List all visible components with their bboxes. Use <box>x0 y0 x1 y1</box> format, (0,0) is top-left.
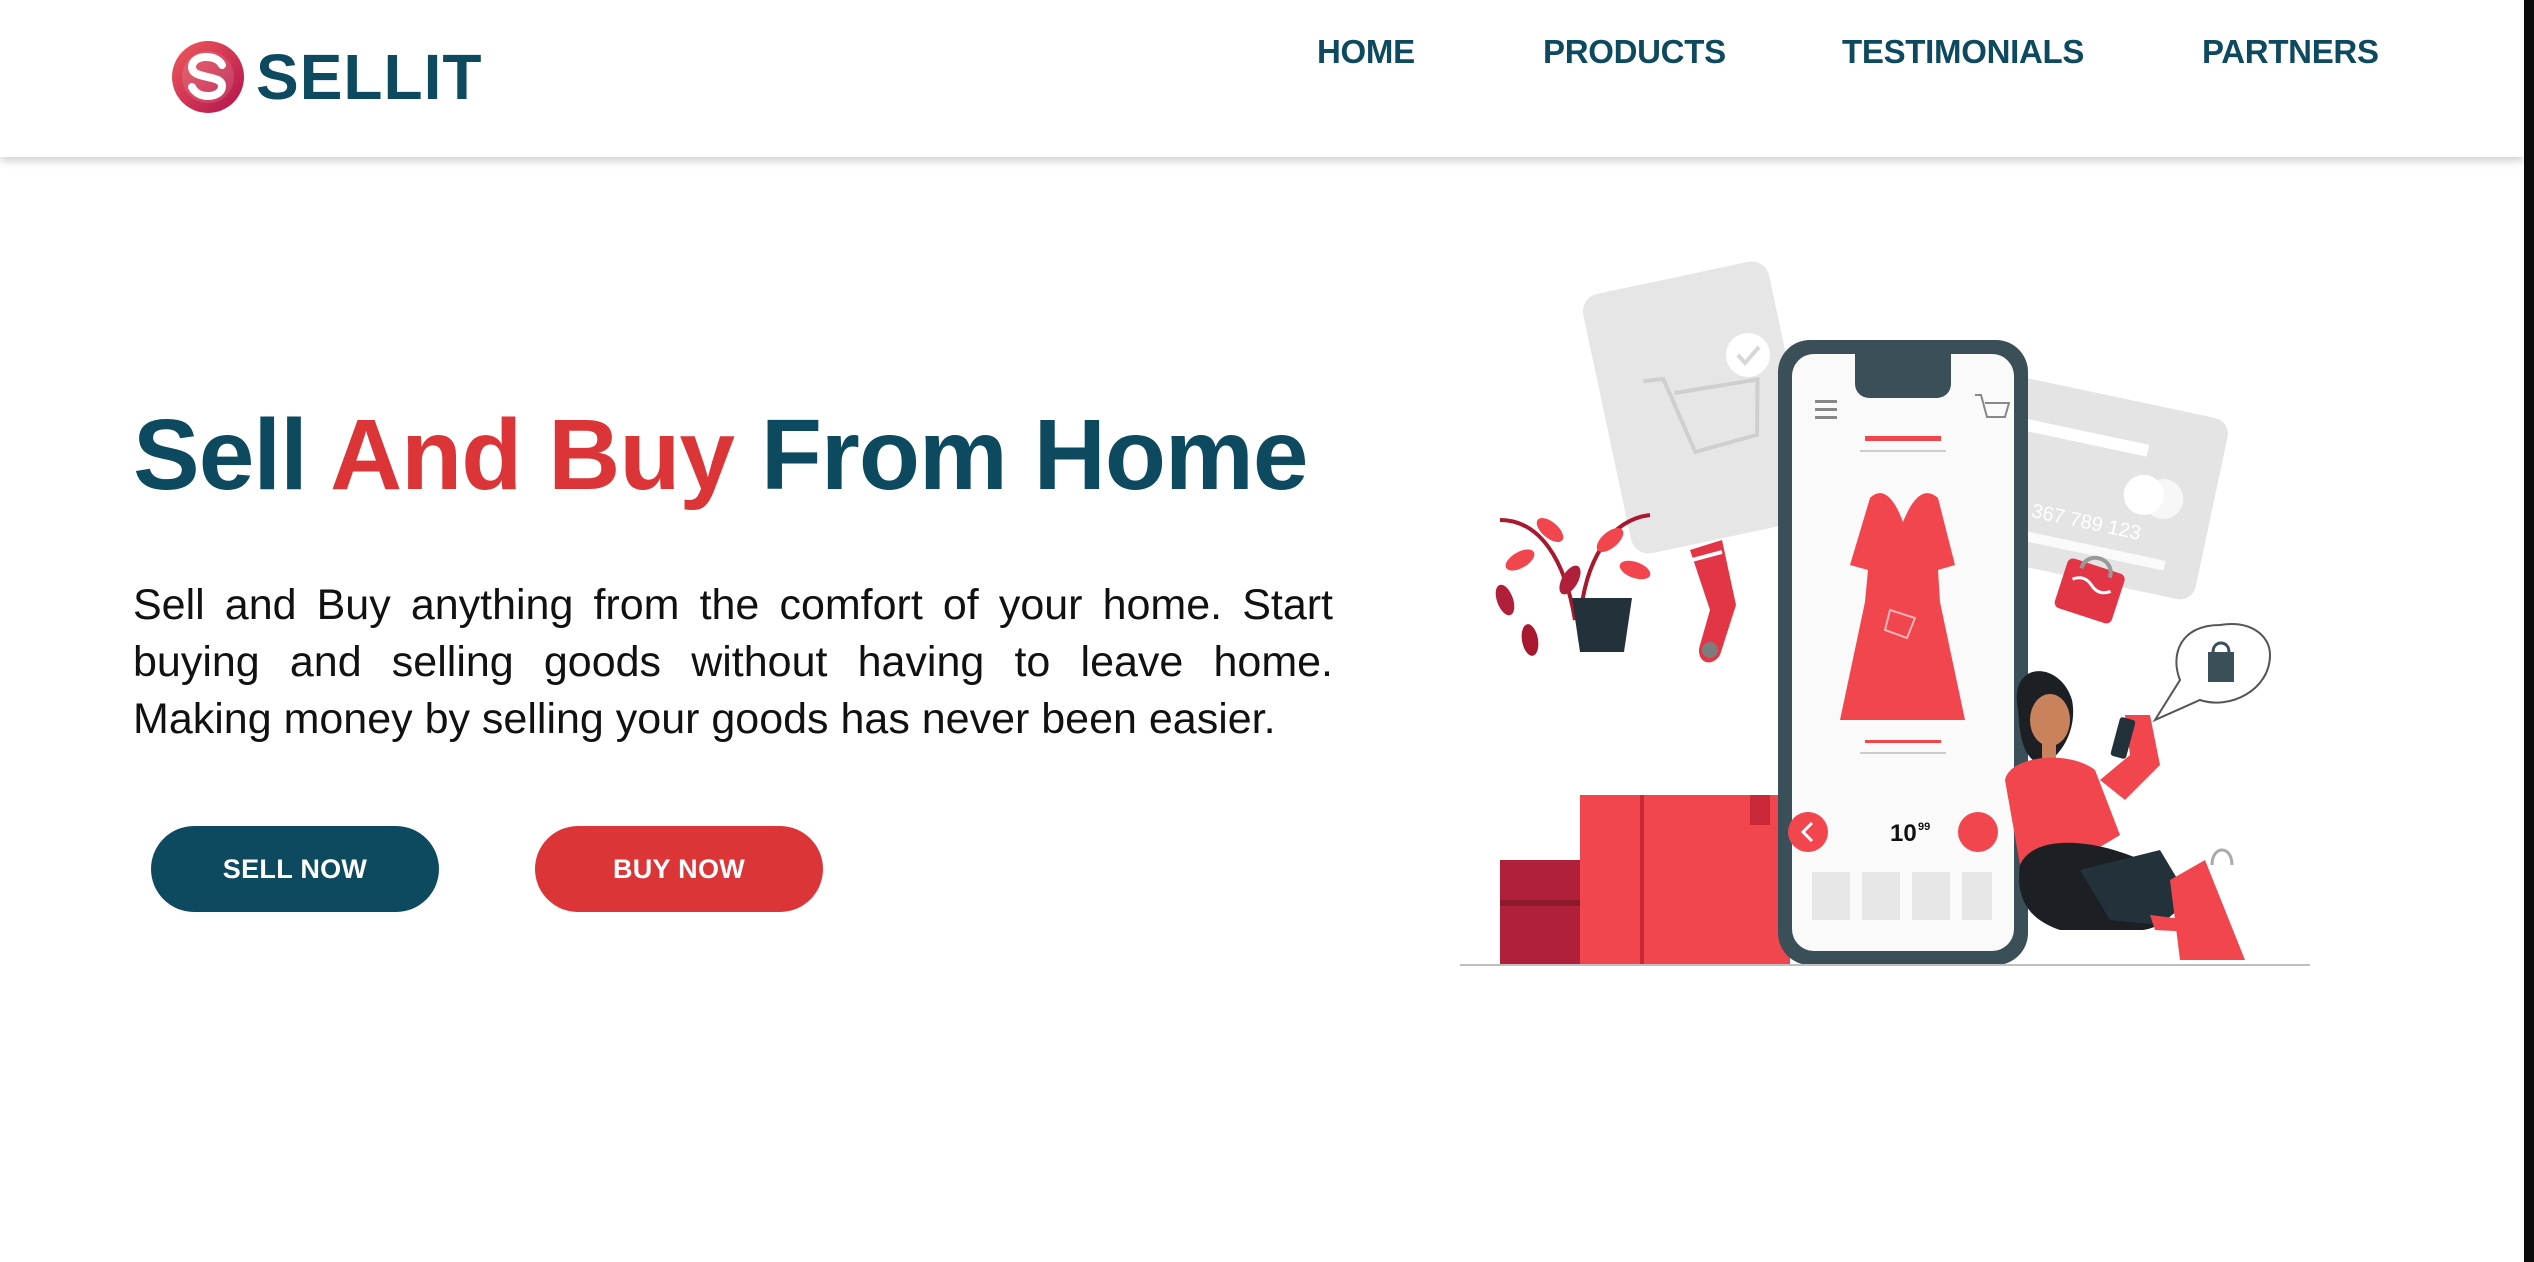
buy-now-button[interactable]: BUY NOW <box>535 826 823 912</box>
nav-products[interactable]: PRODUCTS <box>1543 33 1726 71</box>
plant-illustration <box>1495 513 1651 656</box>
phone-price-cents: 99 <box>1918 821 1930 833</box>
hero-title-part2: From Home <box>734 399 1309 511</box>
hero-title-accent: And Buy <box>329 399 735 511</box>
sell-now-button[interactable]: SELL NOW <box>151 826 439 912</box>
nav-testimonials[interactable]: TESTIMONIALS <box>1842 33 2084 71</box>
phone-illustration: 10 99 <box>1778 340 2028 965</box>
speech-bubble-illustration <box>2152 623 2272 723</box>
person-illustration <box>2005 671 2245 960</box>
navbar: SELLIT HOME PRODUCTS TESTIMONIALS PARTNE… <box>0 0 2524 157</box>
window-edge <box>2524 0 2534 1262</box>
logo[interactable]: SELLIT <box>168 36 482 118</box>
sock-illustration <box>1690 540 1736 663</box>
boxes-illustration <box>1500 795 1790 965</box>
hero-description: Sell and Buy anything from the comfort o… <box>133 581 1333 743</box>
nav-partners[interactable]: PARTNERS <box>2202 33 2379 71</box>
phone-price: 10 <box>1890 820 1917 847</box>
nav-home[interactable]: HOME <box>1317 33 1415 71</box>
hero-illustration: 456 367 789 123 10 99 <box>1460 261 2310 966</box>
brand-name: SELLIT <box>256 41 483 113</box>
s-logo-icon <box>172 41 244 113</box>
hero-title: Sell And Buy From Home <box>133 398 1309 513</box>
hero-title-part1: Sell <box>133 399 330 511</box>
